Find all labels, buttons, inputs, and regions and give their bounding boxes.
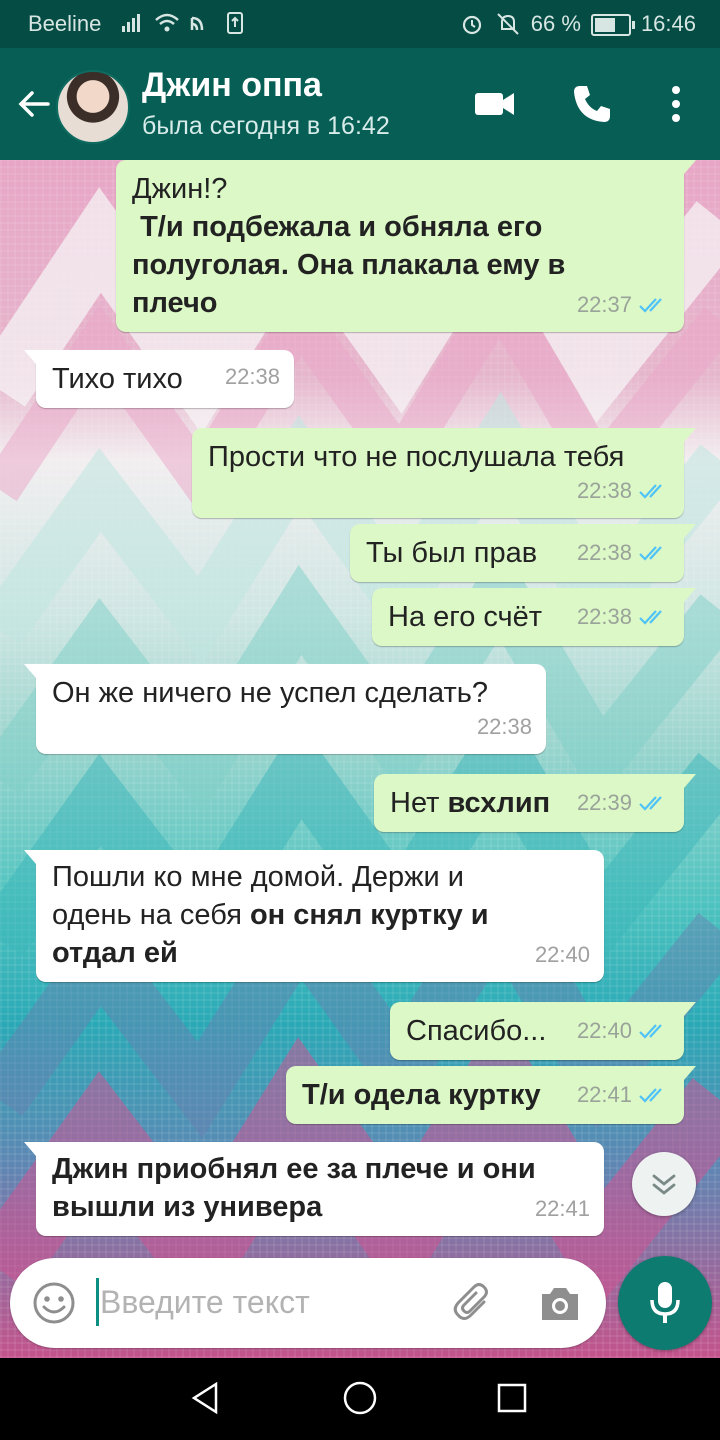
voice-message-button[interactable] — [618, 1256, 712, 1350]
status-bar: Beeline 66 % 16:46 — [0, 0, 720, 48]
message-outgoing[interactable]: Джин!? Т/и подбежала и обняла его полуго… — [116, 160, 696, 332]
nfc-icon — [190, 16, 204, 31]
more-vert-icon[interactable] — [652, 80, 700, 128]
battery-icon — [590, 14, 635, 36]
message-time: 22:38 — [576, 540, 632, 565]
text-cursor — [96, 1278, 99, 1326]
message-bold-text: Т/и подбежала и обняла его полуголая. Он… — [132, 211, 574, 319]
message-outgoing[interactable]: Т/и одела куртку 22:41 — [286, 1066, 696, 1124]
message-text: На его счёт — [388, 601, 543, 633]
message-outgoing[interactable]: На его счёт 22:38 — [372, 588, 696, 646]
message-incoming[interactable]: Тихо тихо 22:38 — [24, 350, 294, 408]
message-time: 22:41 — [534, 1196, 590, 1221]
read-ticks-icon — [639, 484, 662, 499]
attach-icon[interactable] — [450, 1278, 498, 1326]
message-bold-text: всхлип — [447, 787, 551, 819]
clock: 16:46 — [640, 11, 696, 36]
recents-square-icon[interactable] — [492, 1378, 532, 1418]
message-outgoing[interactable]: Ты был прав 22:38 — [350, 524, 696, 582]
read-ticks-icon — [639, 546, 662, 561]
message-outgoing[interactable]: Прости что не послушала тебя 22:38 — [192, 428, 696, 518]
message-time: 22:40 — [576, 1018, 632, 1043]
message-bold-text: Джин приобнял ее за плече и они вышли из… — [52, 1153, 544, 1223]
contact-name[interactable]: Джин оппа — [142, 66, 322, 105]
alarm-icon — [462, 15, 481, 35]
camera-icon[interactable] — [536, 1280, 584, 1328]
phone-icon[interactable] — [568, 80, 616, 128]
chat-header: Джин оппа была сегодня в 16:42 — [0, 48, 720, 160]
message-incoming[interactable]: Джин приобнял ее за плече и они вышли из… — [24, 1142, 604, 1236]
scroll-to-bottom-button[interactable] — [632, 1152, 696, 1216]
message-incoming[interactable]: Он же ничего не успел сделать? 22:38 — [24, 664, 546, 754]
message-time: 22:39 — [576, 790, 632, 815]
avatar[interactable] — [56, 70, 130, 144]
message-text: Прости что не послушала тебя — [208, 441, 625, 473]
message-text: Ты был прав — [366, 537, 538, 569]
message-text: Тихо тихо — [52, 363, 183, 395]
message-outgoing[interactable]: Нет всхлип 22:39 — [374, 774, 696, 832]
mic-icon — [650, 1282, 680, 1323]
message-text: Нет — [390, 787, 448, 819]
message-text: Джин!? — [132, 173, 228, 205]
message-outgoing[interactable]: Спасибо... 22:40 — [390, 1002, 696, 1060]
back-triangle-icon[interactable] — [186, 1378, 226, 1418]
chat-area[interactable]: Джин!? Т/и подбежала и обняла его полуго… — [0, 160, 720, 1358]
battery-fill — [594, 18, 615, 32]
message-time: 22:38 — [576, 604, 632, 629]
signal-icon — [122, 14, 140, 32]
message-incoming[interactable]: Пошли ко мне домой. Держи и одень на себ… — [24, 850, 604, 982]
message-input[interactable] — [100, 1278, 420, 1326]
battery-percent: 66 % — [530, 11, 581, 36]
message-time: 22:38 — [576, 478, 632, 503]
wifi-icon — [155, 13, 179, 32]
read-ticks-icon — [639, 796, 662, 811]
message-time: 22:38 — [476, 714, 532, 739]
video-call-icon[interactable] — [470, 80, 518, 128]
back-arrow-icon[interactable] — [14, 84, 54, 124]
message-time: 22:41 — [576, 1082, 632, 1107]
chevron-down-icon — [652, 1174, 676, 1195]
message-bold-text: Т/и одела куртку — [302, 1079, 541, 1111]
message-time: 22:38 — [224, 364, 280, 389]
read-ticks-icon — [639, 298, 662, 313]
message-text: Он же ничего не успел сделать? — [52, 677, 489, 709]
home-circle-icon[interactable] — [340, 1378, 380, 1418]
message-composer — [10, 1258, 606, 1348]
read-ticks-icon — [639, 1024, 662, 1039]
message-time: 22:37 — [576, 292, 632, 317]
mute-icon — [497, 13, 519, 35]
read-ticks-icon — [639, 1088, 662, 1103]
emoji-icon[interactable] — [30, 1279, 78, 1327]
carrier-name: Beeline — [28, 11, 102, 36]
system-nav-bar — [0, 1358, 720, 1440]
read-ticks-icon — [639, 610, 662, 625]
last-seen-status: была сегодня в 16:42 — [142, 112, 390, 140]
message-text: Спасибо... — [406, 1015, 547, 1047]
message-time: 22:40 — [534, 942, 590, 967]
sim-icon — [227, 12, 243, 34]
